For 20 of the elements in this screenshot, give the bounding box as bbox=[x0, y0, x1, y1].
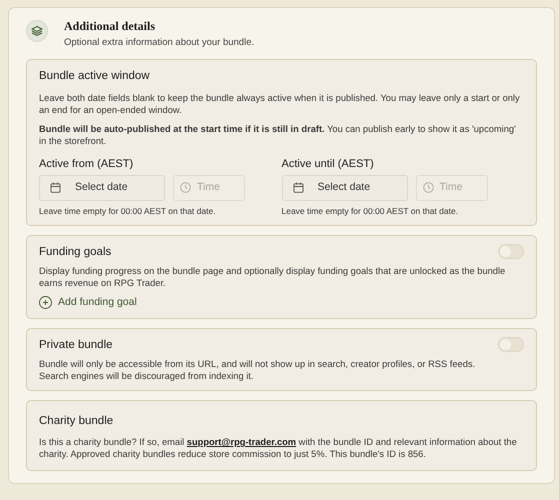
panel-title: Funding goals bbox=[39, 245, 112, 260]
section-subtitle: Optional extra information about your bundle. bbox=[64, 36, 254, 50]
panel-title: Bundle active window bbox=[39, 69, 151, 84]
field-hint: Leave time empty for 00:00 AEST on that date. bbox=[282, 204, 460, 218]
date-field[interactable]: Select date bbox=[282, 174, 408, 200]
panel-description: Is this a charity bundle? If so, email support@rpg-trader.com with the bundle ID and relevant information about the charity. Approved charity bundles reduce store commission to just 5%. This bundle's ID is 856. bbox=[39, 436, 518, 460]
date-field[interactable]: Select date bbox=[39, 174, 165, 200]
add-funding-goal-button[interactable]: Add funding goal bbox=[39, 294, 137, 310]
panel-paragraph: Leave both date fields blank to keep the bundle always active when it is published. You may leave only a start or only an end for an open-ended window. bbox=[39, 92, 521, 116]
field-label: Active from (AEST) bbox=[39, 157, 134, 172]
field-hint: Leave time empty for 00:00 AEST on that date. bbox=[39, 204, 217, 218]
section-title: Additional details bbox=[64, 20, 156, 34]
panel-paragraph: Bundle will be auto-published at the start time if it is still in draft. You can publish early to show it as 'upcoming' in the storefront. bbox=[39, 122, 517, 147]
panel-title: Charity bundle bbox=[39, 414, 114, 429]
panel-description: Bundle will only be accessible from its URL, and will not show up in search, creator profiles, or RSS feeds. bbox=[39, 358, 476, 370]
panel-description: Display funding progress on the bundle page and optionally display funding goals that are unlocked as the bundle earns revenue on RPG Trader. bbox=[39, 264, 506, 289]
email-link[interactable]: support@rpg-trader.com bbox=[186, 437, 296, 448]
panel-description: Search engines will be discouraged from indexing it. bbox=[39, 370, 254, 382]
field-label: Active until (AEST) bbox=[282, 157, 375, 172]
panel-title: Private bundle bbox=[39, 338, 113, 354]
